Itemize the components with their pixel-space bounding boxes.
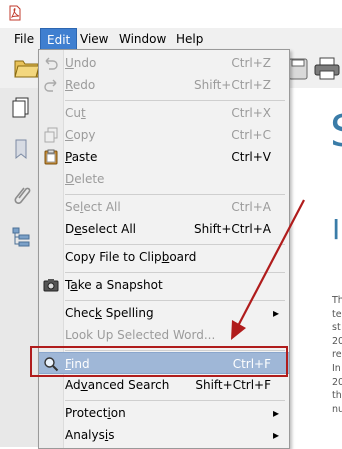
menu-item-deselect-all[interactable]: Deselect All Shift+Ctrl+A [39,218,289,240]
menu-item-check-spelling[interactable]: Check Spelling ▸ [39,302,289,324]
menu-item-copy[interactable]: Copy Ctrl+C [39,124,289,146]
label-pre: Copy File to Clip [65,250,162,264]
label-post: ect All [83,200,121,214]
menu-separator [65,194,285,195]
submenu-arrow-icon: ▸ [272,306,279,320]
layers-icon[interactable] [10,226,32,248]
text-line: th [332,390,342,402]
menu-separator [65,300,285,301]
text-line: 20 [332,376,342,388]
label-pre: Look Up Selected Word... [65,328,216,342]
label-post: edo [72,78,96,92]
attachments-icon[interactable] [10,184,32,206]
menu-item-advanced-search[interactable]: Advanced Search Shift+Ctrl+F [39,374,289,396]
menu-item-take-snapshot[interactable]: Take a Snapshot [39,274,289,296]
edit-menu-dropdown: Undo Ctrl+Z Redo Shift+Ctrl+Z Cut Ctrl+X… [38,49,290,449]
menu-window[interactable]: Window [113,28,172,50]
title-bar [0,0,342,28]
text-line: Th [332,295,342,306]
menu-item-redo[interactable]: Redo Shift+Ctrl+Z [39,74,289,96]
redo-icon [44,79,57,92]
text-line: nu [332,403,342,415]
annotation-highlight-box [30,346,288,377]
label-post: s [108,428,115,442]
label-accel: e [74,222,82,236]
text-line: st [332,322,341,334]
adobe-pdf-icon [9,5,21,21]
menu-help[interactable]: Help [170,28,209,50]
shortcut-label: Ctrl+V [231,150,271,164]
text-line: 20 [332,335,342,347]
label-accel: k [94,306,102,320]
menu-item-delete[interactable]: Delete [39,168,289,190]
label-accel: U [65,56,74,70]
open-folder-icon[interactable] [14,56,40,80]
menu-bar: File Edit View Window Help [0,28,342,50]
menu-separator [65,400,285,401]
label-accel: D [65,172,75,186]
text-line: te [332,308,342,320]
shortcut-label: Ctrl+X [231,106,271,120]
text-line: re [332,349,342,361]
label-post: ke a Snapshot [77,278,163,292]
menu-item-protection[interactable]: Protection ▸ [39,402,289,424]
label-accel: a [70,278,78,292]
label-post: anced Search [87,378,170,392]
shortcut-label: Ctrl+C [231,128,271,142]
undo-icon [45,57,58,70]
camera-icon [43,279,59,292]
copy-icon [44,127,58,143]
label-accel: P [65,150,72,164]
shortcut-label: Ctrl+A [231,200,271,214]
label-pre: D [65,222,75,236]
menu-edit[interactable]: Edit [40,28,78,50]
menu-item-look-up-selected-word[interactable]: Look Up Selected Word... [39,324,289,346]
label-pre: Se [65,200,80,214]
label-pre: Chec [65,306,95,320]
document-text: Th te st 20 re In 20 th nu [332,294,342,416]
save-icon[interactable] [288,58,308,80]
label-pre: Protect [65,406,108,420]
submenu-arrow-icon: ▸ [272,428,279,442]
menu-separator [65,244,285,245]
label-pre: Cu [65,106,81,120]
label-post: oard [169,250,197,264]
label-post: aste [71,150,98,164]
print-icon[interactable] [314,57,340,81]
label-pre: Analys [65,428,105,442]
label-accel: v [80,378,88,392]
menu-item-cut[interactable]: Cut Ctrl+X [39,102,289,124]
shortcut-label: Shift+Ctrl+Z [194,78,271,92]
label-accel: t [80,106,86,120]
document-heading: S [330,106,342,157]
navigation-panel [0,88,41,447]
menu-item-analysis[interactable]: Analysis ▸ [39,424,289,446]
text-line: In [332,362,341,374]
label-post: opy [73,128,96,142]
label-post: Spelling [101,306,154,320]
shortcut-label: Shift+Ctrl+A [194,222,271,236]
pages-icon[interactable] [10,96,32,118]
menu-item-copy-file-to-clipboard[interactable]: Copy File to Clipboard [39,246,289,268]
menu-separator [65,272,285,273]
menu-view[interactable]: View [74,28,114,50]
menu-file[interactable]: File [8,28,40,50]
label-accel: R [65,78,73,92]
paste-icon [44,149,58,165]
label-post: ndo [73,56,97,70]
label-post: elete [74,172,105,186]
submenu-arrow-icon: ▸ [272,406,279,420]
menu-separator [65,100,285,101]
document-page: S I Th te st 20 re In 20 th nu [290,88,342,447]
label-pre: Ad [65,378,81,392]
label-post: on [110,406,126,420]
bookmarks-icon[interactable] [10,138,32,160]
label-post: select All [81,222,136,236]
menu-item-select-all[interactable]: Select All Ctrl+A [39,196,289,218]
menu-item-undo[interactable]: Undo Ctrl+Z [39,52,289,74]
shortcut-label: Ctrl+Z [231,56,271,70]
menu-item-paste[interactable]: Paste Ctrl+V [39,146,289,168]
shortcut-label: Shift+Ctrl+F [195,378,271,392]
document-subheading: I [332,213,341,246]
